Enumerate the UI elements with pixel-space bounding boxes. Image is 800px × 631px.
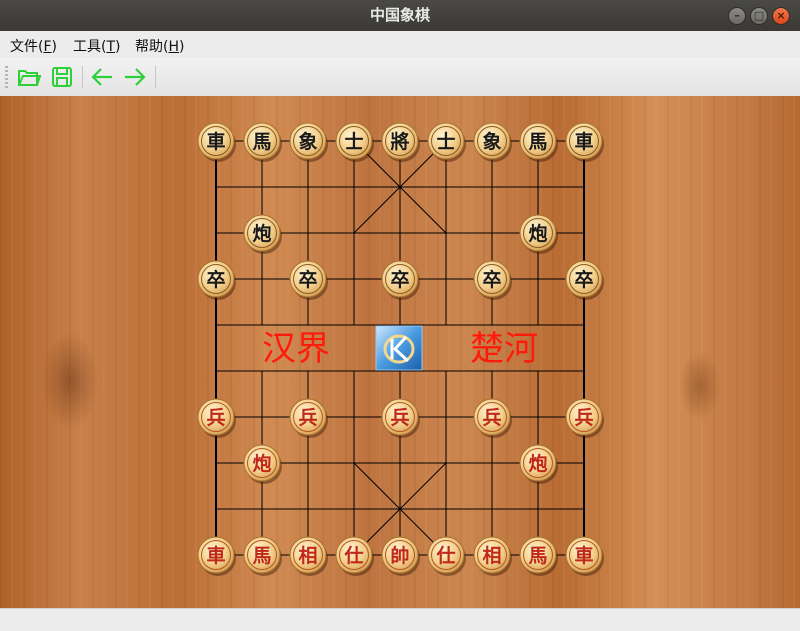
chess-piece-red[interactable]: 相 xyxy=(289,536,328,576)
piece-label: 卒 xyxy=(298,268,317,291)
chess-piece-red[interactable]: 兵 xyxy=(565,398,604,438)
piece-label: 馬 xyxy=(252,131,271,153)
chess-piece-red[interactable]: 相 xyxy=(473,536,512,576)
piece-label: 馬 xyxy=(528,131,547,153)
redo-arrow-icon[interactable] xyxy=(121,63,149,91)
piece-label: 炮 xyxy=(528,222,547,245)
river-text-left: 汉界 xyxy=(262,329,330,369)
chess-piece-black[interactable]: 卒 xyxy=(381,260,420,300)
piece-label: 卒 xyxy=(206,268,225,291)
chess-piece-red[interactable]: 仕 xyxy=(335,536,374,576)
toolbar-grip[interactable] xyxy=(5,66,8,88)
piece-label: 士 xyxy=(344,131,363,153)
status-bar xyxy=(0,608,800,631)
chess-piece-black[interactable]: 卒 xyxy=(289,260,328,300)
maximize-icon[interactable]: □ xyxy=(750,7,768,25)
piece-label: 車 xyxy=(574,544,593,567)
chess-piece-red[interactable]: 馬 xyxy=(519,536,558,576)
undo-arrow-icon[interactable] xyxy=(88,63,116,91)
chess-piece-red[interactable]: 炮 xyxy=(519,444,558,484)
menu-help[interactable]: 帮助(H) xyxy=(135,36,184,56)
window-controls: – □ × xyxy=(728,7,790,25)
chess-piece-red[interactable]: 馬 xyxy=(243,536,282,576)
game-logo-icon xyxy=(375,325,423,371)
piece-label: 炮 xyxy=(528,452,547,475)
chess-piece-black[interactable]: 士 xyxy=(335,122,374,162)
close-icon[interactable]: × xyxy=(772,7,790,25)
chess-piece-red[interactable]: 帥 xyxy=(381,536,420,576)
save-icon[interactable] xyxy=(48,63,76,91)
chess-piece-black[interactable]: 馬 xyxy=(519,122,558,162)
chess-board[interactable]: 汉界 楚河車馬象士將士象馬車炮 炮卒卒卒卒卒兵兵兵兵兵炮 炮車馬相仕帥仕相馬車 xyxy=(0,96,800,608)
piece-label: 兵 xyxy=(390,407,409,429)
piece-label: 象 xyxy=(482,130,501,153)
chess-piece-black[interactable]: 卒 xyxy=(197,260,236,300)
chess-piece-black[interactable]: 卒 xyxy=(565,260,604,300)
chess-piece-red[interactable]: 兵 xyxy=(473,398,512,438)
chess-piece-red[interactable]: 車 xyxy=(565,536,604,576)
toolbar xyxy=(0,58,800,97)
open-folder-icon[interactable] xyxy=(15,63,43,91)
piece-label: 仕 xyxy=(435,544,455,567)
piece-label: 帥 xyxy=(390,544,409,567)
board-area[interactable]: 汉界 楚河車馬象士將士象馬車炮炮卒卒卒卒卒兵兵兵兵兵炮炮車馬相仕帥仕相馬車 xyxy=(0,96,800,608)
piece-label: 卒 xyxy=(574,268,593,291)
piece-label: 仕 xyxy=(343,544,363,567)
piece-label: 車 xyxy=(206,130,225,153)
chess-piece-black[interactable]: 士 xyxy=(427,122,466,162)
menu-bar: 文件(F) 工具(T) 帮助(H) xyxy=(0,31,800,58)
chess-piece-black[interactable]: 炮 xyxy=(243,214,282,254)
minimize-icon[interactable]: – xyxy=(728,7,746,25)
chess-piece-black[interactable]: 炮 xyxy=(519,214,558,254)
title-bar: 中国象棋 – □ × xyxy=(0,0,800,31)
piece-label: 馬 xyxy=(528,545,547,567)
menu-file[interactable]: 文件(F) xyxy=(10,36,57,56)
chess-piece-black[interactable]: 車 xyxy=(565,122,604,162)
piece-label: 兵 xyxy=(298,407,317,429)
piece-label: 相 xyxy=(298,545,317,567)
piece-label: 相 xyxy=(482,545,501,567)
piece-label: 炮 xyxy=(252,222,271,245)
chess-piece-red[interactable]: 兵 xyxy=(381,398,420,438)
menu-tools[interactable]: 工具(T) xyxy=(73,36,121,56)
chess-piece-red[interactable]: 炮 xyxy=(243,444,282,484)
piece-label: 車 xyxy=(574,130,593,153)
chess-piece-black[interactable]: 將 xyxy=(381,122,420,162)
piece-label: 炮 xyxy=(252,452,271,475)
chess-piece-red[interactable]: 車 xyxy=(197,536,236,576)
piece-label: 象 xyxy=(298,130,317,153)
chess-piece-red[interactable]: 兵 xyxy=(289,398,328,438)
chess-piece-black[interactable]: 車 xyxy=(197,122,236,162)
chess-piece-black[interactable]: 象 xyxy=(473,122,512,162)
piece-label: 士 xyxy=(436,131,455,153)
toolbar-separator xyxy=(155,66,156,88)
piece-label: 馬 xyxy=(252,545,271,567)
chess-piece-black[interactable]: 象 xyxy=(289,122,328,162)
chess-piece-black[interactable]: 馬 xyxy=(243,122,282,162)
piece-label: 卒 xyxy=(390,268,409,291)
chess-piece-red[interactable]: 仕 xyxy=(427,536,466,576)
toolbar-separator xyxy=(82,66,83,88)
river-text-right: 楚河 xyxy=(470,329,538,369)
chess-piece-black[interactable]: 卒 xyxy=(473,260,512,300)
piece-label: 卒 xyxy=(482,268,501,291)
piece-label: 車 xyxy=(206,544,225,567)
piece-label: 將 xyxy=(390,130,409,153)
window-title: 中国象棋 xyxy=(369,6,430,24)
piece-label: 兵 xyxy=(482,407,501,429)
piece-label: 兵 xyxy=(574,407,593,429)
chess-piece-red[interactable]: 兵 xyxy=(197,398,236,438)
piece-label: 兵 xyxy=(206,407,225,429)
